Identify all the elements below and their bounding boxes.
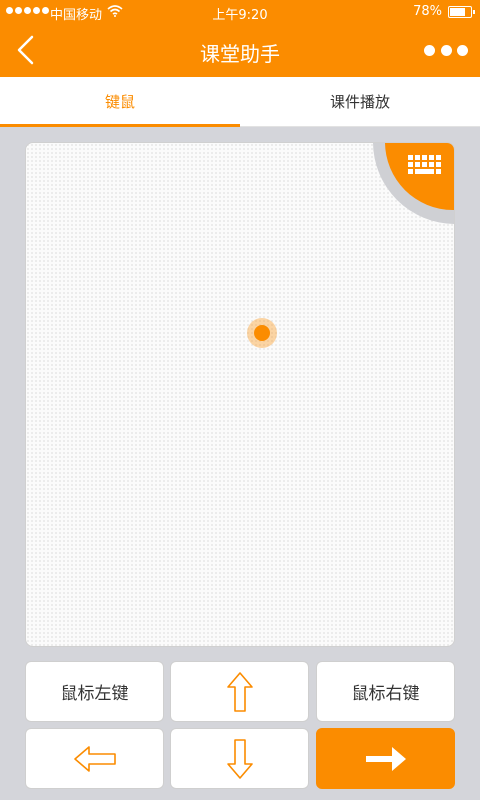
mouse-left-click-button[interactable]: 鼠标左键	[25, 661, 164, 722]
more-dots-icon[interactable]	[424, 40, 468, 60]
arrow-up-icon	[226, 671, 253, 712]
page-title: 课堂助手	[200, 42, 280, 66]
arrow-right-button[interactable]	[316, 728, 455, 789]
cursor-position-dot[interactable]	[247, 318, 277, 348]
nav-bar: 课堂助手	[0, 24, 480, 77]
tab-courseware-playback[interactable]: 课件播放	[240, 77, 480, 126]
keyboard-icon	[408, 155, 441, 174]
app-header: 中国移动 上午9:20 78% 课堂助手	[0, 0, 480, 77]
touchpad-area[interactable]	[25, 142, 455, 647]
arrow-left-button[interactable]	[25, 728, 164, 789]
arrow-right-icon	[365, 746, 406, 771]
status-time: 上午9:20	[212, 8, 268, 23]
tab-bar: 键鼠 课件播放	[0, 77, 480, 127]
arrow-up-button[interactable]	[170, 661, 309, 722]
mouse-right-click-label: 鼠标右键	[351, 684, 420, 704]
keyboard-toggle-backdrop	[373, 143, 454, 224]
battery-icon	[448, 6, 475, 18]
battery-percent: 78%	[413, 4, 442, 19]
keyboard-toggle-button[interactable]	[385, 143, 454, 210]
arrow-left-icon	[73, 745, 116, 772]
mouse-left-click-label: 鼠标左键	[60, 684, 129, 704]
mouse-right-click-button[interactable]: 鼠标右键	[316, 661, 455, 722]
tab-keyboard-mouse[interactable]: 键鼠	[0, 77, 240, 127]
arrow-down-icon	[226, 738, 253, 779]
arrow-down-button[interactable]	[170, 728, 309, 789]
status-bar: 中国移动 上午9:20 78%	[0, 0, 480, 24]
